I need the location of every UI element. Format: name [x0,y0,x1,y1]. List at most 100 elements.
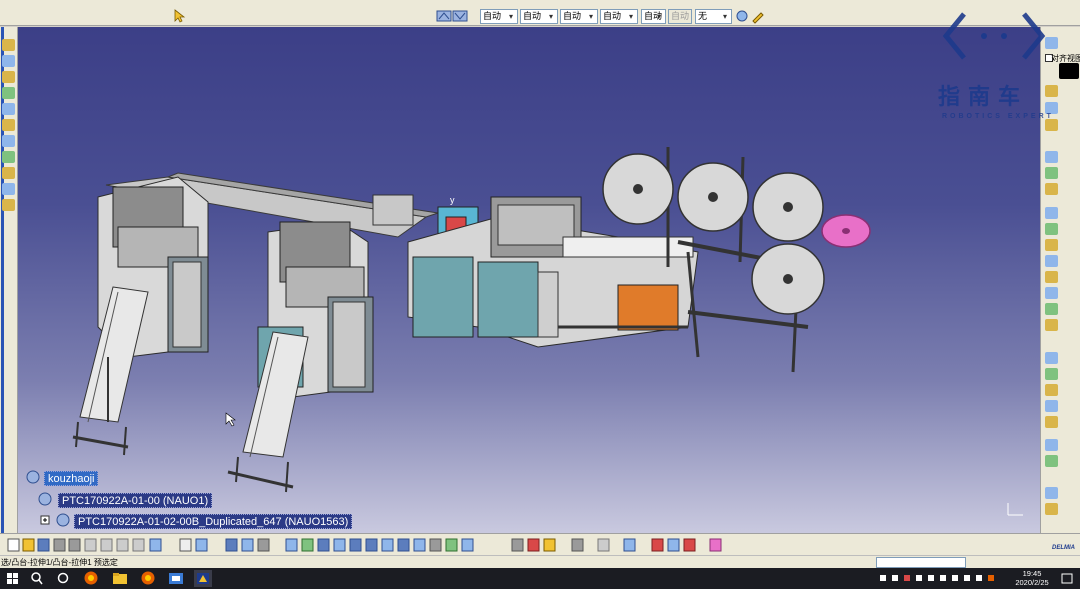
product-icon [26,470,41,484]
view-mode-icon[interactable] [436,8,452,24]
status-text: 选/凸台-拉伸1/凸台-拉伸1 预选定 [1,558,118,567]
catia-window: 自动 ▾ 自动 ▾ 自动 ▾ 自动 ▾ 自动 ▾ 自动 无 ▾ y kouzha… [0,0,1080,589]
clock-time: 19:45 [1022,569,1042,578]
pocket-icon[interactable] [2,71,15,83]
clash-icon[interactable] [1045,303,1058,315]
publish-icon[interactable] [1045,503,1058,515]
task-view-icon[interactable] [54,570,72,587]
analysis-icon[interactable] [1045,487,1058,499]
layer-combo: 自动 [668,9,692,24]
line-weight-combo-value: 自动 [563,11,582,21]
bom-icon[interactable] [1045,455,1058,467]
angle-icon[interactable] [1045,207,1058,219]
firefox-window-icon[interactable] [139,570,157,587]
annotation-icon[interactable] [1045,368,1058,380]
fix-icon[interactable] [1045,167,1058,179]
top-toolbar: 自动 ▾ 自动 ▾ 自动 ▾ 自动 ▾ 自动 ▾ 自动 无 ▾ [0,6,1080,26]
chevron-down-icon: ▾ [508,12,513,21]
chevron-down-icon: ▾ [588,12,593,21]
color-combo-value: 自动 [483,11,502,21]
constraint-icon[interactable] [1045,151,1058,163]
section-icon[interactable] [1045,400,1058,412]
tree-node-nauo1563[interactable]: PTC170922A-01-02-00B_Duplicated_647 (NAU… [74,514,353,529]
tree-node-nauo1[interactable]: PTC170922A-01-00 (NAUO1) [58,493,213,508]
tree-node-nauo1-label: PTC170922A-01-00 (NAUO1) [62,495,209,507]
groove-icon[interactable] [2,103,15,115]
windows-taskbar: 19:45 2020/2/25 [0,568,1080,589]
status-bar: 选/凸台-拉伸1/凸台-拉伸1 预选定 [0,555,1080,568]
preview-swatch [1059,63,1079,79]
line-type-combo[interactable]: 自动 ▾ [600,9,638,24]
chevron-down-icon: ▾ [628,12,633,21]
file-explorer-icon[interactable] [111,570,129,587]
machine-assembly-model[interactable]: y z [18,27,1040,533]
catia-task-icon[interactable] [194,570,212,587]
line-type-combo-value: 自动 [603,11,622,21]
render-style-combo-value: 无 [698,11,708,21]
chevron-down-icon: ▾ [722,12,727,21]
file-tools[interactable] [7,538,162,552]
catalog-icon[interactable] [1045,439,1058,451]
tree-node-nauo1563-label: PTC170922A-01-02-00B_Duplicated_647 (NAU… [78,516,349,528]
coincidence-icon[interactable] [1045,239,1058,251]
color-combo[interactable]: 自动 ▾ [480,9,518,24]
point-type-combo[interactable]: 自动 ▾ [641,9,666,24]
stiffener-icon[interactable] [2,167,15,179]
notification-icon[interactable] [1058,570,1076,587]
expand-plus-icon[interactable] [38,513,53,527]
shaft-icon[interactable] [2,87,15,99]
line-weight-combo[interactable]: 自动 ▾ [560,9,598,24]
bottom-toolbar: DELMIA [0,533,1080,555]
bottom-toolbar-icons [7,538,722,552]
windows-start-icon[interactable] [4,570,22,587]
search-icon[interactable] [28,570,46,587]
view-mode-alt-icon[interactable] [452,8,468,24]
loft-icon[interactable] [2,183,15,195]
measure-icon[interactable] [1045,352,1058,364]
clock-date: 2020/2/25 [1015,578,1049,587]
snap-icon[interactable] [1045,271,1058,283]
media-app-icon[interactable] [167,570,185,587]
svg-text:y: y [450,195,455,205]
command-input[interactable] [876,557,966,568]
view-tools[interactable] [285,538,474,552]
paint-icon[interactable] [734,8,750,24]
firefox-icon[interactable] [82,570,100,587]
explode-icon[interactable] [1045,287,1058,299]
weld-icon[interactable] [1045,384,1058,396]
pad-icon[interactable] [2,55,15,67]
assembly-icon [38,492,53,506]
rib-icon[interactable] [2,135,15,147]
slot-icon[interactable] [2,151,15,163]
misc-tools[interactable] [511,538,722,552]
product-tool-icon[interactable] [1045,85,1058,97]
left-toolbar [0,27,18,533]
chevron-down-icon: ▾ [548,12,553,21]
render-style-combo[interactable]: 无 ▾ [695,9,732,24]
transparency-combo-value: 自动 [523,11,542,21]
tree-root-node[interactable]: kouzhaoji [44,471,99,486]
sketch-icon[interactable] [2,39,15,51]
formula-tools[interactable] [179,538,270,552]
offset-icon[interactable] [1045,183,1058,195]
watermark-brackets-logo [942,12,1046,60]
remove-loft-icon[interactable] [2,199,15,211]
contact-icon[interactable] [1045,223,1058,235]
manipulate-icon[interactable] [1045,255,1058,267]
component-tool-icon[interactable] [1045,119,1058,131]
transparency-combo[interactable]: 自动 ▾ [520,9,558,24]
assembly-icon [56,513,71,527]
chevron-down-icon: ▾ [656,12,661,21]
watermark-subtitle: ROBOTICS EXPERT [942,113,1054,120]
brush-icon[interactable] [750,8,766,24]
select-arrow-icon[interactable] [172,8,188,24]
scene-icon[interactable] [1045,416,1058,428]
3d-viewport[interactable]: y z [18,27,1040,533]
layer-combo-value: 自动 [671,11,690,21]
watermark-title: 指南车 [938,85,1029,110]
hole-icon[interactable] [2,119,15,131]
system-tray-icons[interactable] [880,573,1005,584]
right-toolbar [1040,27,1080,533]
system-clock[interactable]: 19:45 2020/2/25 [1012,569,1052,587]
update-icon[interactable] [1045,319,1058,331]
